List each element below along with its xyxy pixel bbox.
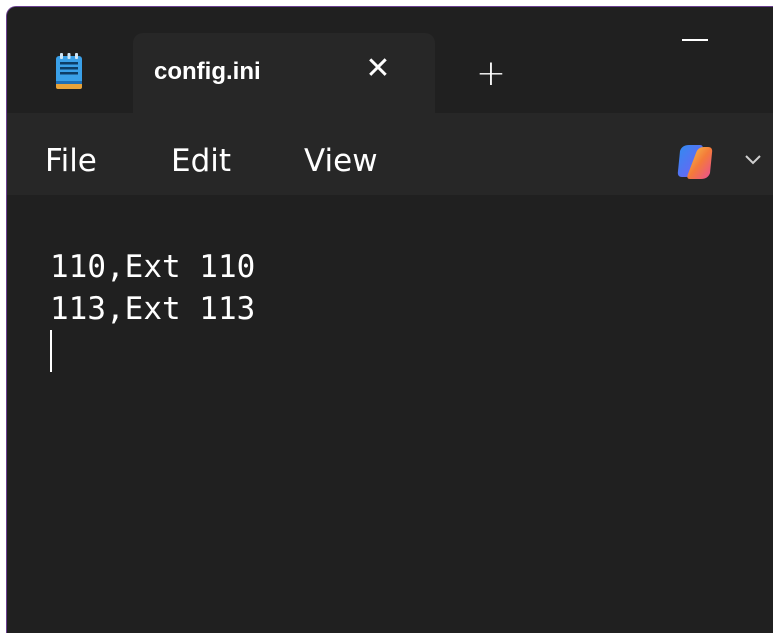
menu-view[interactable]: View (304, 143, 378, 179)
text-editor[interactable]: 110,Ext 110 113,Ext 113 (7, 195, 773, 633)
menu-file[interactable]: File (45, 143, 97, 179)
tab-config-ini[interactable]: config.ini ✕ (133, 33, 435, 113)
copilot-icon[interactable] (674, 141, 716, 183)
menu-bar: File Edit View (7, 113, 773, 195)
new-tab-button[interactable]: + (473, 56, 509, 92)
notepad-window: config.ini ✕ + File Edit View 110,Ext 11… (6, 6, 773, 633)
editor-line: 113,Ext 113 (50, 291, 256, 327)
tab-close-icon[interactable]: ✕ (365, 54, 391, 84)
text-caret (50, 330, 52, 372)
notepad-icon (56, 53, 82, 89)
tab-title: config.ini (154, 58, 261, 85)
editor-line: 110,Ext 110 (50, 249, 256, 285)
chevron-down-icon[interactable] (744, 153, 762, 165)
minimize-icon[interactable] (682, 39, 708, 41)
title-bar: config.ini ✕ + (7, 7, 773, 113)
menu-edit[interactable]: Edit (171, 143, 231, 179)
